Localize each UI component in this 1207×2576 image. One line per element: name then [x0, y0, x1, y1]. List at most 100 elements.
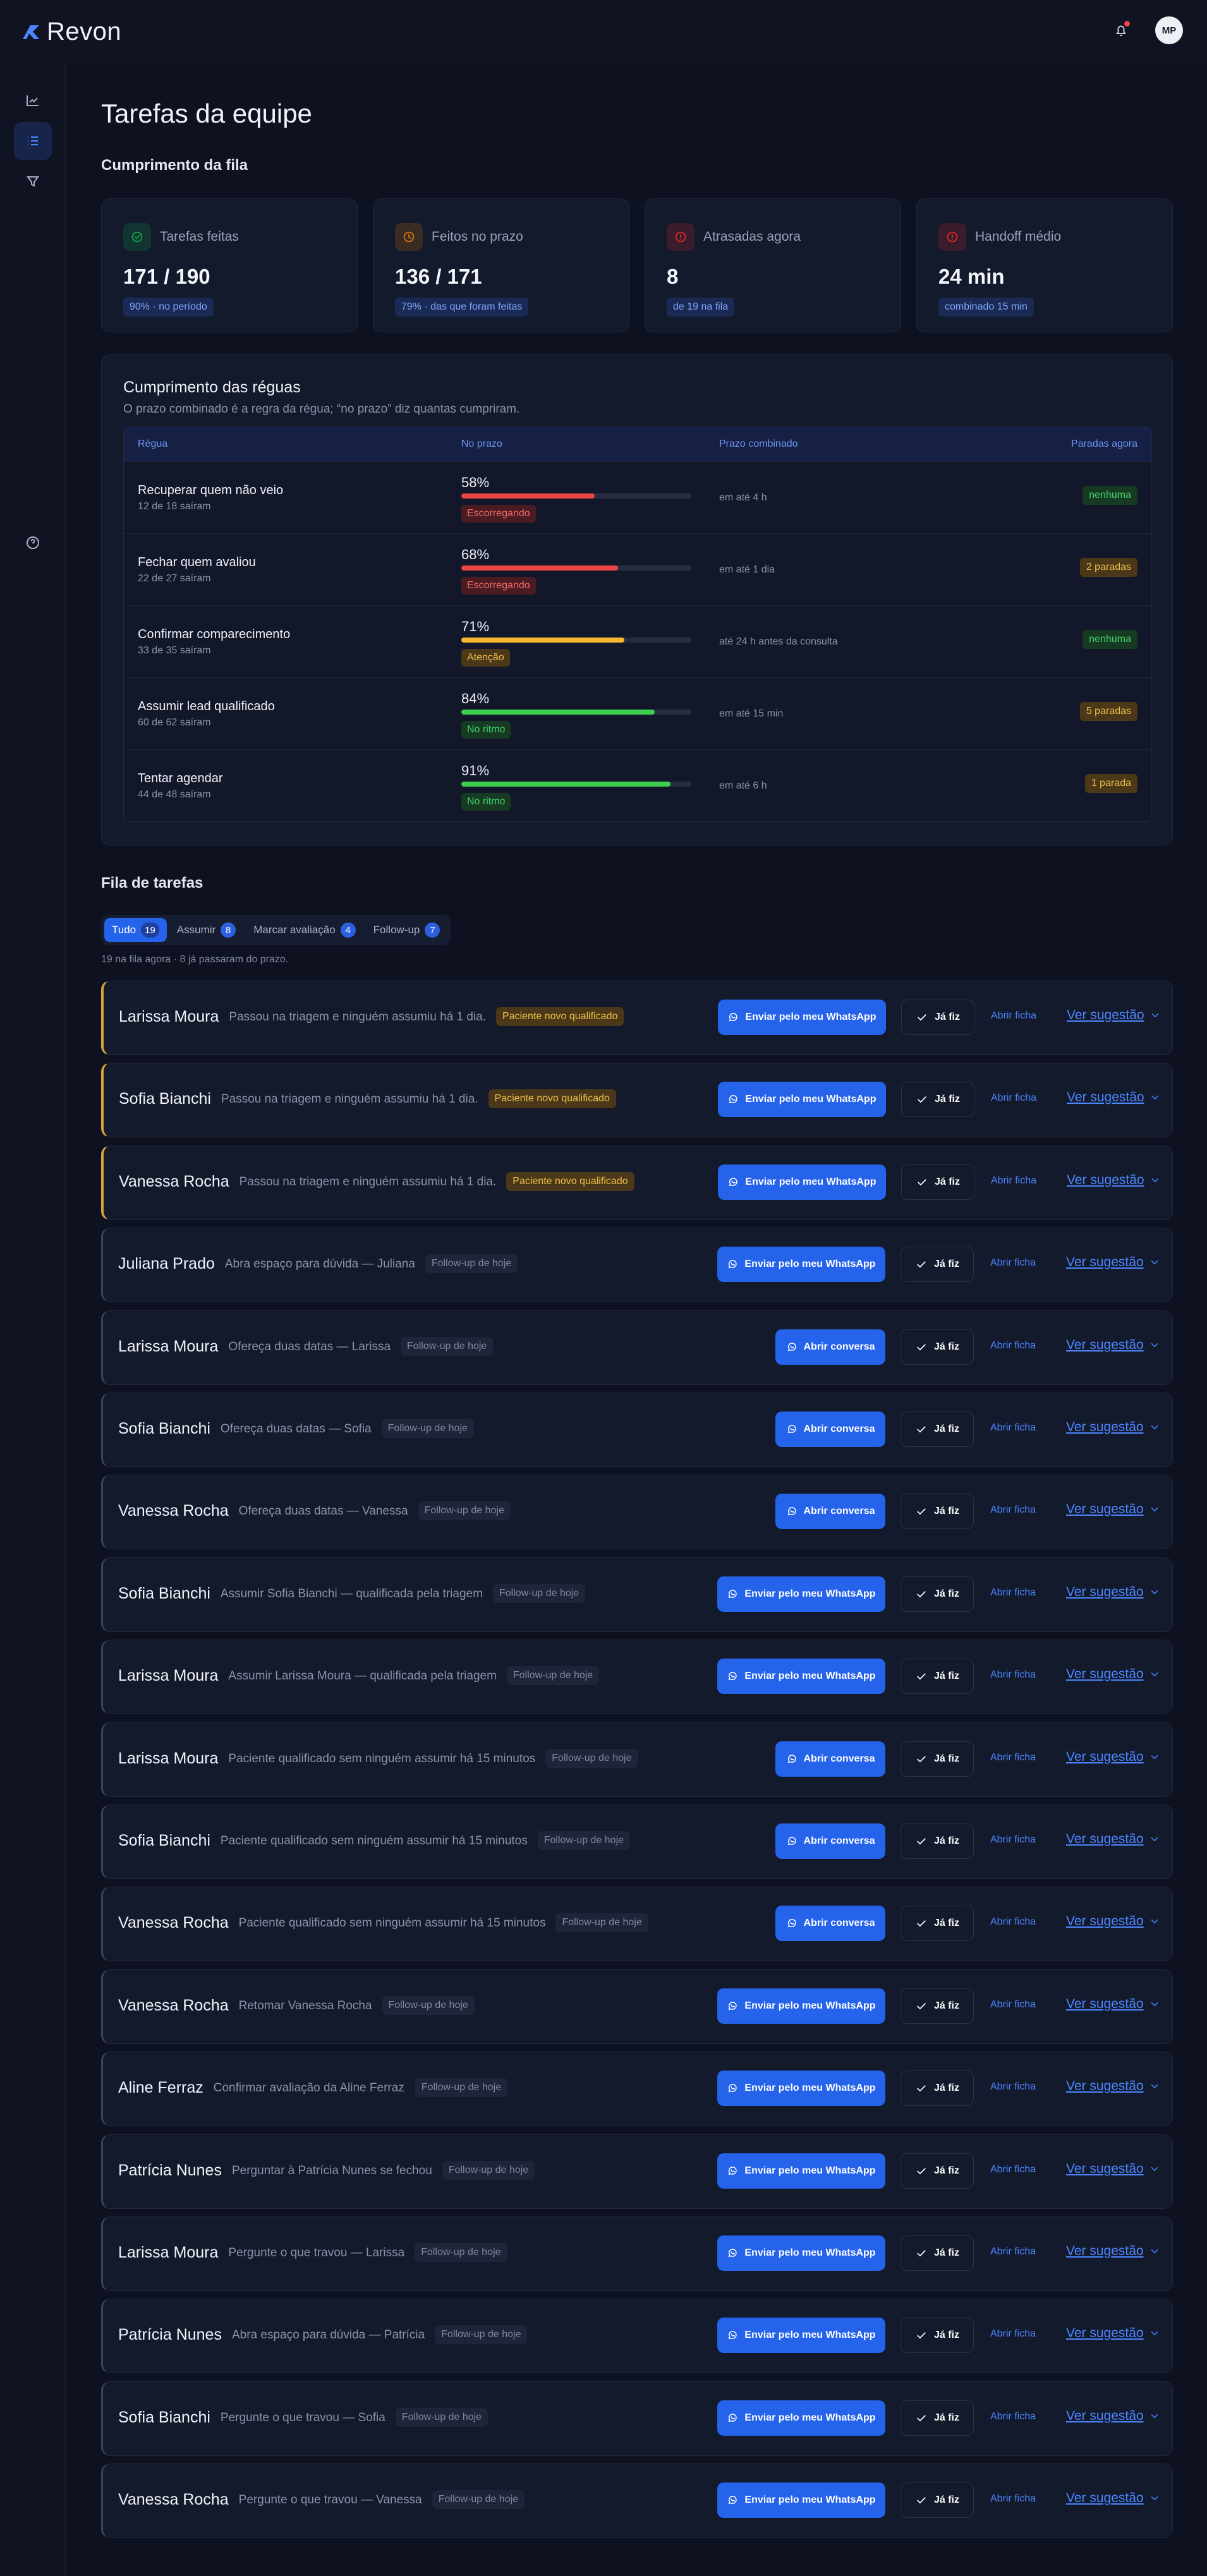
open-conversation-button[interactable]: Abrir conversa [775, 1329, 885, 1365]
mark-done-button[interactable]: Já fiz [901, 2071, 974, 2107]
task-patient-name[interactable]: Aline Ferraz [118, 2079, 203, 2097]
sidebar-item-help[interactable] [14, 524, 52, 562]
tab-assumir[interactable]: Assumir 8 [169, 918, 243, 942]
avatar[interactable]: MP [1155, 16, 1183, 44]
mark-done-button[interactable]: Já fiz [901, 2400, 974, 2436]
mark-done-button[interactable]: Já fiz [901, 1082, 974, 1118]
open-conversation-button[interactable]: Abrir conversa [775, 1906, 885, 1942]
view-suggestion-link[interactable]: Ver sugestão [1066, 1502, 1160, 1517]
view-suggestion-link[interactable]: Ver sugestão [1066, 1338, 1160, 1353]
open-conversation-button[interactable]: Abrir conversa [775, 1494, 885, 1530]
view-suggestion-link[interactable]: Ver sugestão [1066, 1914, 1160, 1929]
task-patient-name[interactable]: Sofia Bianchi [118, 1585, 210, 1603]
send-whatsapp-button[interactable]: Enviar pelo meu WhatsApp [718, 1164, 886, 1200]
open-file-link[interactable]: Abrir ficha [990, 1669, 1036, 1681]
open-file-link[interactable]: Abrir ficha [990, 1752, 1036, 1763]
mark-done-button[interactable]: Já fiz [901, 2153, 974, 2189]
task-patient-name[interactable]: Larissa Moura [119, 1008, 219, 1026]
view-suggestion-link[interactable]: Ver sugestão [1067, 1008, 1161, 1023]
sidebar-item-filter[interactable] [14, 162, 52, 200]
open-file-link[interactable]: Abrir ficha [990, 1916, 1036, 1928]
send-whatsapp-button[interactable]: Enviar pelo meu WhatsApp [717, 1988, 885, 2024]
view-suggestion-link[interactable]: Ver sugestão [1066, 1420, 1160, 1435]
send-whatsapp-button[interactable]: Enviar pelo meu WhatsApp [717, 2400, 885, 2436]
view-suggestion-link[interactable]: Ver sugestão [1066, 1667, 1160, 1682]
mark-done-button[interactable]: Já fiz [901, 1000, 974, 1035]
send-whatsapp-button[interactable]: Enviar pelo meu WhatsApp [718, 1082, 886, 1118]
send-whatsapp-button[interactable]: Enviar pelo meu WhatsApp [717, 2153, 885, 2189]
sidebar-item-analytics[interactable] [14, 82, 52, 119]
task-patient-name[interactable]: Vanessa Rocha [119, 1173, 229, 1191]
send-whatsapp-button[interactable]: Enviar pelo meu WhatsApp [718, 1000, 886, 1035]
view-suggestion-link[interactable]: Ver sugestão [1066, 1750, 1160, 1765]
open-file-link[interactable]: Abrir ficha [990, 1340, 1036, 1351]
mark-done-button[interactable]: Já fiz [901, 1906, 974, 1942]
mark-done-button[interactable]: Já fiz [901, 1823, 974, 1859]
open-file-link[interactable]: Abrir ficha [991, 1010, 1036, 1022]
task-patient-name[interactable]: Vanessa Rocha [118, 2491, 229, 2509]
mark-done-button[interactable]: Já fiz [901, 1164, 974, 1200]
open-file-link[interactable]: Abrir ficha [991, 1175, 1036, 1187]
task-patient-name[interactable]: Larissa Moura [118, 2244, 218, 2262]
open-file-link[interactable]: Abrir ficha [990, 1587, 1036, 1599]
send-whatsapp-button[interactable]: Enviar pelo meu WhatsApp [717, 2318, 885, 2354]
send-whatsapp-button[interactable]: Enviar pelo meu WhatsApp [717, 1659, 885, 1695]
task-patient-name[interactable]: Sofia Bianchi [118, 1420, 210, 1438]
tab-marcar-avalia-o[interactable]: Marcar avaliação 4 [246, 918, 363, 942]
mark-done-button[interactable]: Já fiz [901, 1659, 974, 1695]
brand[interactable]: Revon [20, 18, 121, 46]
view-suggestion-link[interactable]: Ver sugestão [1066, 2326, 1160, 2341]
view-suggestion-link[interactable]: Ver sugestão [1066, 2162, 1160, 2177]
mark-done-button[interactable]: Já fiz [901, 1494, 974, 1530]
view-suggestion-link[interactable]: Ver sugestão [1066, 1585, 1160, 1600]
task-patient-name[interactable]: Sofia Bianchi [119, 1090, 211, 1108]
open-file-link[interactable]: Abrir ficha [991, 1092, 1036, 1104]
view-suggestion-link[interactable]: Ver sugestão [1066, 2409, 1160, 2424]
view-suggestion-link[interactable]: Ver sugestão [1066, 1832, 1160, 1847]
mark-done-button[interactable]: Já fiz [901, 1412, 974, 1447]
open-file-link[interactable]: Abrir ficha [990, 2411, 1036, 2422]
mark-done-button[interactable]: Já fiz [901, 1741, 974, 1777]
mark-done-button[interactable]: Já fiz [901, 2235, 974, 2271]
open-file-link[interactable]: Abrir ficha [990, 2328, 1036, 2340]
task-patient-name[interactable]: Larissa Moura [118, 1667, 218, 1685]
open-file-link[interactable]: Abrir ficha [990, 2246, 1036, 2258]
mark-done-button[interactable]: Já fiz [901, 1329, 974, 1365]
open-file-link[interactable]: Abrir ficha [990, 1504, 1036, 1516]
task-patient-name[interactable]: Juliana Prado [118, 1255, 215, 1273]
view-suggestion-link[interactable]: Ver sugestão [1067, 1090, 1161, 1105]
open-conversation-button[interactable]: Abrir conversa [775, 1741, 885, 1777]
mark-done-button[interactable]: Já fiz [901, 1988, 974, 2024]
sidebar-item-tasks[interactable] [14, 122, 52, 160]
task-patient-name[interactable]: Vanessa Rocha [118, 1997, 229, 2015]
send-whatsapp-button[interactable]: Enviar pelo meu WhatsApp [717, 1247, 885, 1283]
task-patient-name[interactable]: Patrícia Nunes [118, 2162, 222, 2180]
mark-done-button[interactable]: Já fiz [901, 2482, 974, 2519]
send-whatsapp-button[interactable]: Enviar pelo meu WhatsApp [717, 2235, 885, 2271]
open-file-link[interactable]: Abrir ficha [990, 2493, 1036, 2505]
task-patient-name[interactable]: Larissa Moura [118, 1750, 218, 1768]
task-patient-name[interactable]: Vanessa Rocha [118, 1914, 229, 1932]
task-patient-name[interactable]: Patrícia Nunes [118, 2326, 222, 2344]
mark-done-button[interactable]: Já fiz [901, 1247, 974, 1283]
send-whatsapp-button[interactable]: Enviar pelo meu WhatsApp [717, 1576, 885, 1612]
send-whatsapp-button[interactable]: Enviar pelo meu WhatsApp [717, 2482, 885, 2519]
view-suggestion-link[interactable]: Ver sugestão [1066, 2079, 1160, 2094]
tab-tudo[interactable]: Tudo 19 [104, 918, 167, 942]
view-suggestion-link[interactable]: Ver sugestão [1066, 2244, 1160, 2259]
view-suggestion-link[interactable]: Ver sugestão [1066, 1255, 1160, 1270]
mark-done-button[interactable]: Já fiz [901, 2318, 974, 2354]
open-conversation-button[interactable]: Abrir conversa [775, 1823, 885, 1859]
mark-done-button[interactable]: Já fiz [901, 1576, 974, 1612]
open-conversation-button[interactable]: Abrir conversa [775, 1412, 885, 1447]
notifications-button[interactable] [1107, 16, 1135, 44]
open-file-link[interactable]: Abrir ficha [990, 1257, 1036, 1269]
open-file-link[interactable]: Abrir ficha [990, 2081, 1036, 2093]
open-file-link[interactable]: Abrir ficha [990, 2164, 1036, 2175]
task-patient-name[interactable]: Larissa Moura [118, 1338, 218, 1356]
open-file-link[interactable]: Abrir ficha [990, 1422, 1036, 1434]
task-patient-name[interactable]: Sofia Bianchi [118, 2409, 210, 2427]
send-whatsapp-button[interactable]: Enviar pelo meu WhatsApp [717, 2071, 885, 2107]
task-patient-name[interactable]: Vanessa Rocha [118, 1502, 229, 1520]
view-suggestion-link[interactable]: Ver sugestão [1066, 1997, 1160, 2012]
